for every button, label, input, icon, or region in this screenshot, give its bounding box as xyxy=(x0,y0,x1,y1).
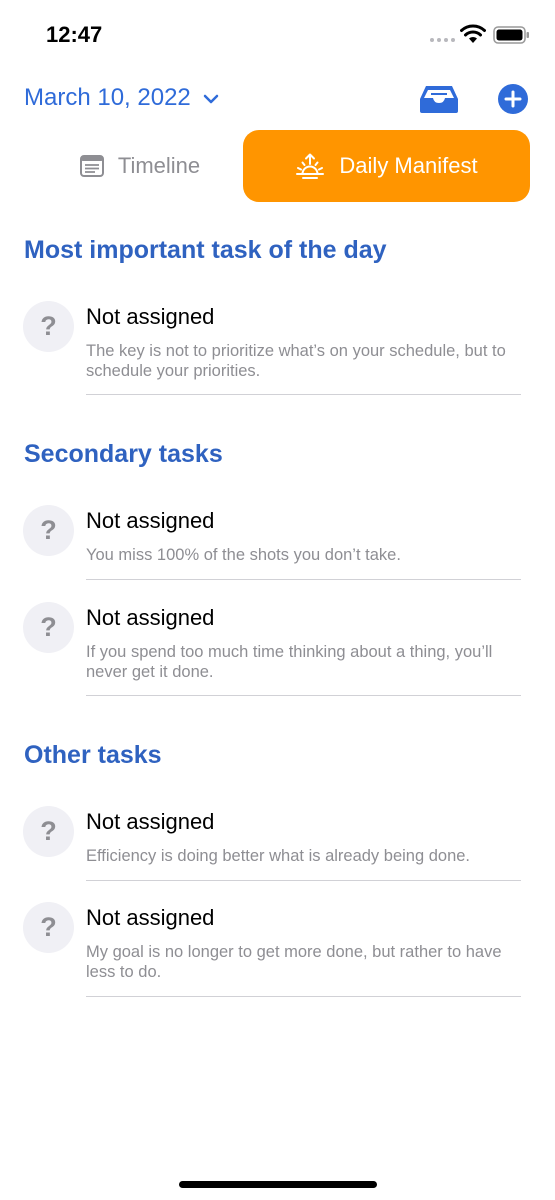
task-quote: If you spend too much time thinking abou… xyxy=(86,643,493,681)
question-mark-icon: ? xyxy=(23,301,74,352)
add-task-button[interactable] xyxy=(498,84,528,119)
divider xyxy=(86,996,521,997)
task-title: Not assigned xyxy=(86,304,215,329)
section-title-other: Other tasks xyxy=(24,741,162,769)
tab-daily-manifest[interactable]: Daily Manifest xyxy=(243,130,530,202)
question-mark-icon: ? xyxy=(23,505,74,556)
view-switcher: Timeline Daily Manifest xyxy=(0,130,555,202)
divider xyxy=(86,579,521,580)
date-picker-button[interactable]: March 10, 2022 xyxy=(24,84,219,112)
inbox-button[interactable] xyxy=(419,84,459,119)
task-title: Not assigned xyxy=(86,508,215,533)
divider xyxy=(86,695,521,696)
battery-icon xyxy=(493,26,529,44)
task-title: Not assigned xyxy=(86,809,215,834)
task-quote: The key is not to prioritize what’s on y… xyxy=(86,342,506,380)
tab-daily-manifest-label: Daily Manifest xyxy=(339,153,478,178)
section-title-secondary: Secondary tasks xyxy=(24,440,223,468)
status-bar: 12:47 xyxy=(0,0,555,70)
status-time: 12:47 xyxy=(46,22,103,47)
wifi-icon xyxy=(460,24,486,43)
divider xyxy=(86,880,521,881)
task-title: Not assigned xyxy=(86,605,215,630)
task-quote: Efficiency is doing better what is alrea… xyxy=(86,847,471,865)
task-quote: You miss 100% of the shots you don’t tak… xyxy=(86,546,401,564)
section-title-most-important: Most important task of the day xyxy=(24,236,387,264)
task-quote: My goal is no longer to get more done, b… xyxy=(86,943,502,981)
chevron-down-icon xyxy=(203,94,219,104)
inbox-tray-icon xyxy=(420,86,458,113)
home-indicator[interactable] xyxy=(179,1181,377,1188)
tab-timeline[interactable]: Timeline xyxy=(40,130,240,202)
task-title: Not assigned xyxy=(86,905,215,930)
question-mark-icon: ? xyxy=(23,602,74,653)
header: March 10, 2022 xyxy=(0,80,555,124)
list-icon xyxy=(79,155,104,177)
plus-circle-icon xyxy=(498,84,528,114)
divider xyxy=(86,394,521,395)
cellular-signal-icon xyxy=(430,38,455,42)
date-label: March 10, 2022 xyxy=(24,84,191,111)
sunrise-icon xyxy=(296,153,325,179)
tab-timeline-label: Timeline xyxy=(117,153,201,178)
question-mark-icon: ? xyxy=(23,902,74,953)
question-mark-icon: ? xyxy=(23,806,74,857)
